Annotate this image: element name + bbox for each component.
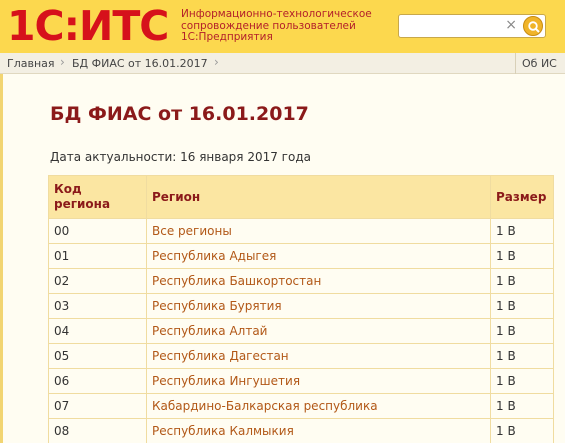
region-size: 1 B [490, 318, 554, 344]
table-row: 01 Республика Адыгея 1 B [48, 243, 554, 269]
table-row: 02 Республика Башкортостан 1 B [48, 268, 554, 294]
breadcrumb-about[interactable]: Об ИС [515, 53, 565, 74]
region-code: 06 [48, 368, 147, 394]
search-button[interactable] [523, 16, 543, 36]
regions-table: Код региона Регион Размер 00 Все регионы… [48, 175, 554, 443]
breadcrumb-current: БД ФИАС от 16.01.2017 [72, 57, 208, 70]
region-code: 08 [48, 418, 147, 443]
tagline: Информационно-технологическое сопровожде… [181, 8, 396, 44]
tagline-line-3: 1С:Предприятия [181, 31, 273, 43]
region-size: 1 B [490, 268, 554, 294]
region-link[interactable]: Республика Дагестан [146, 343, 491, 369]
search-icon [528, 21, 540, 33]
region-link[interactable]: Республика Адыгея [146, 243, 491, 269]
column-header-size: Размер [490, 175, 554, 219]
breadcrumb-separator: › [214, 55, 219, 69]
page-title: БД ФИАС от 16.01.2017 [50, 103, 309, 125]
table-row: 03 Республика Бурятия 1 B [48, 293, 554, 319]
region-code: 03 [48, 293, 147, 319]
region-code: 01 [48, 243, 147, 269]
table-row: 00 Все регионы 1 B [48, 218, 554, 244]
logo[interactable]: 1С:ИТС [7, 2, 169, 50]
region-size: 1 B [490, 343, 554, 369]
breadcrumb: Главная › БД ФИАС от 16.01.2017 › Об ИС [0, 53, 565, 74]
region-link[interactable]: Республика Алтай [146, 318, 491, 344]
region-link[interactable]: Республика Ингушетия [146, 368, 491, 394]
region-code: 07 [48, 393, 147, 419]
relevance-date: Дата актуальности: 16 января 2017 года [50, 150, 311, 164]
region-link[interactable]: Все регионы [146, 218, 491, 244]
table-row: 08 Республика Калмыкия 1 B [48, 418, 554, 443]
region-link[interactable]: Республика Калмыкия [146, 418, 491, 443]
table-row: 06 Республика Ингушетия 1 B [48, 368, 554, 394]
left-accent-bar [0, 74, 3, 443]
column-header-code: Код региона [48, 175, 147, 219]
breadcrumb-separator: › [60, 55, 65, 69]
region-size: 1 B [490, 218, 554, 244]
site-header: 1С:ИТС Информационно-технологическое соп… [0, 0, 565, 53]
region-link[interactable]: Кабардино-Балкарская республика [146, 393, 491, 419]
table-row: 07 Кабардино-Балкарская республика 1 B [48, 393, 554, 419]
clear-icon[interactable]: × [505, 17, 517, 33]
table-row: 04 Республика Алтай 1 B [48, 318, 554, 344]
column-header-region: Регион [146, 175, 491, 219]
region-code: 04 [48, 318, 147, 344]
region-code: 02 [48, 268, 147, 294]
table-header-row: Код региона Регион Размер [48, 175, 554, 219]
tagline-line-1: Информационно-технологическое [181, 8, 372, 20]
breadcrumb-home[interactable]: Главная [7, 57, 55, 70]
region-size: 1 B [490, 368, 554, 394]
region-size: 1 B [490, 293, 554, 319]
search-input[interactable]: × [398, 14, 546, 38]
region-link[interactable]: Республика Башкортостан [146, 268, 491, 294]
table-row: 05 Республика Дагестан 1 B [48, 343, 554, 369]
region-size: 1 B [490, 418, 554, 443]
region-link[interactable]: Республика Бурятия [146, 293, 491, 319]
region-size: 1 B [490, 243, 554, 269]
region-code: 00 [48, 218, 147, 244]
region-size: 1 B [490, 393, 554, 419]
region-code: 05 [48, 343, 147, 369]
